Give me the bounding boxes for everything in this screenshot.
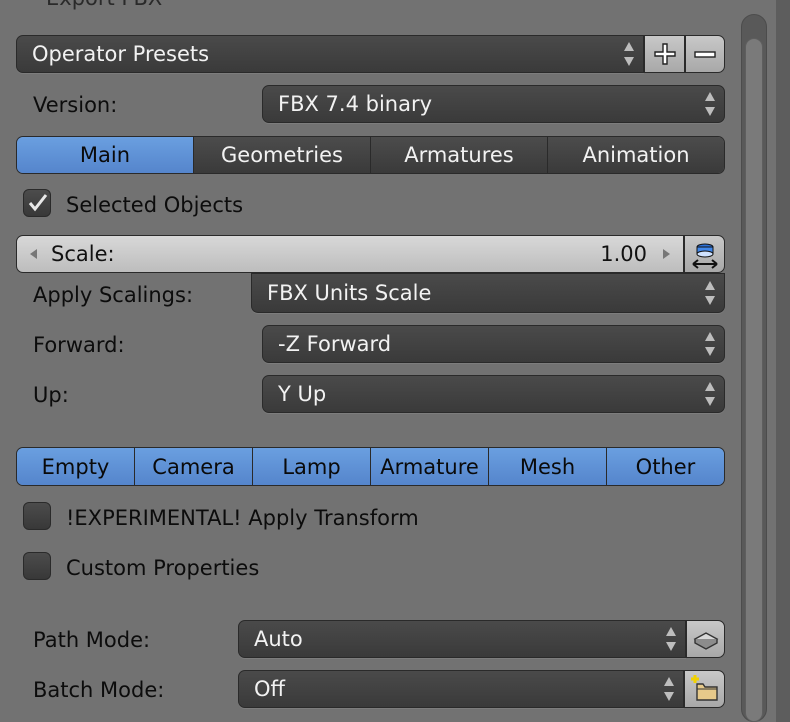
apply-scalings-dropdown[interactable]: FBX Units Scale xyxy=(251,273,725,313)
forward-label: Forward: xyxy=(33,333,125,357)
operator-presets-dropdown[interactable]: Operator Presets xyxy=(16,35,644,73)
version-value: FBX 7.4 binary xyxy=(278,92,433,116)
panel-title: Export FBX xyxy=(46,0,162,10)
scale-label: Scale: xyxy=(51,242,115,266)
updown-arrows-icon xyxy=(705,332,715,356)
forward-value: -Z Forward xyxy=(278,332,392,356)
up-dropdown[interactable]: Y Up xyxy=(262,375,725,413)
updown-arrows-icon xyxy=(666,627,676,651)
toggle-empty[interactable]: Empty xyxy=(17,448,135,485)
remove-preset-button[interactable] xyxy=(685,35,725,73)
up-label: Up: xyxy=(33,383,69,407)
increment-arrow-icon[interactable] xyxy=(659,247,673,261)
path-mode-label: Path Mode: xyxy=(33,628,151,652)
new-folder-icon xyxy=(690,675,718,701)
scale-field[interactable]: Scale: 1.00 xyxy=(16,235,684,273)
region-divider xyxy=(776,0,790,722)
toggle-mesh[interactable]: Mesh xyxy=(489,448,607,485)
apply-transform-checkbox[interactable] xyxy=(23,502,51,530)
forward-dropdown[interactable]: -Z Forward xyxy=(262,325,725,363)
apply-transform-label: !EXPERIMENTAL! Apply Transform xyxy=(66,506,419,530)
checkmark-icon xyxy=(28,194,48,212)
plus-icon xyxy=(653,43,676,65)
batch-mode-label: Batch Mode: xyxy=(33,678,165,702)
object-types-toggles: Empty Camera Lamp Armature Mesh Other xyxy=(16,447,725,486)
tab-main[interactable]: Main xyxy=(17,137,194,173)
operator-presets-label: Operator Presets xyxy=(32,42,210,66)
export-tabs: Main Geometries Armatures Animation xyxy=(16,136,725,174)
path-mode-dropdown[interactable]: Auto xyxy=(238,620,686,658)
version-dropdown[interactable]: FBX 7.4 binary xyxy=(262,85,725,123)
batch-own-dir-toggle[interactable] xyxy=(684,670,725,708)
custom-properties-checkbox[interactable] xyxy=(23,552,51,580)
updown-arrows-icon xyxy=(705,382,715,406)
updown-arrows-icon xyxy=(705,281,715,305)
batch-mode-value: Off xyxy=(254,677,285,701)
up-value: Y Up xyxy=(278,382,327,406)
toggle-armature[interactable]: Armature xyxy=(371,448,489,485)
selected-objects-label: Selected Objects xyxy=(66,193,244,217)
embed-textures-toggle[interactable] xyxy=(686,620,725,658)
custom-properties-label: Custom Properties xyxy=(66,556,260,580)
tab-armatures[interactable]: Armatures xyxy=(371,137,548,173)
updown-arrows-icon xyxy=(664,677,674,701)
apply-scalings-label: Apply Scalings: xyxy=(33,283,194,307)
apply-scalings-value: FBX Units Scale xyxy=(267,281,432,305)
scrollbar-thumb[interactable] xyxy=(745,38,763,722)
minus-icon xyxy=(694,51,716,58)
selected-objects-checkbox[interactable] xyxy=(23,189,51,217)
toggle-lamp[interactable]: Lamp xyxy=(253,448,371,485)
batch-mode-dropdown[interactable]: Off xyxy=(238,670,684,708)
embed-textures-icon xyxy=(693,632,718,650)
version-label: Version: xyxy=(33,93,118,117)
scale-value: 1.00 xyxy=(600,242,647,266)
add-preset-button[interactable] xyxy=(644,35,685,73)
toggle-other[interactable]: Other xyxy=(607,448,724,485)
scale-apply-icon xyxy=(691,243,718,269)
toggle-camera[interactable]: Camera xyxy=(135,448,253,485)
apply-unit-scale-button[interactable] xyxy=(684,235,725,273)
tab-geometries[interactable]: Geometries xyxy=(194,137,371,173)
tab-animation[interactable]: Animation xyxy=(548,137,724,173)
path-mode-value: Auto xyxy=(254,627,303,651)
decrement-arrow-icon[interactable] xyxy=(27,247,41,261)
updown-arrows-icon xyxy=(624,42,634,66)
updown-arrows-icon xyxy=(705,92,715,116)
